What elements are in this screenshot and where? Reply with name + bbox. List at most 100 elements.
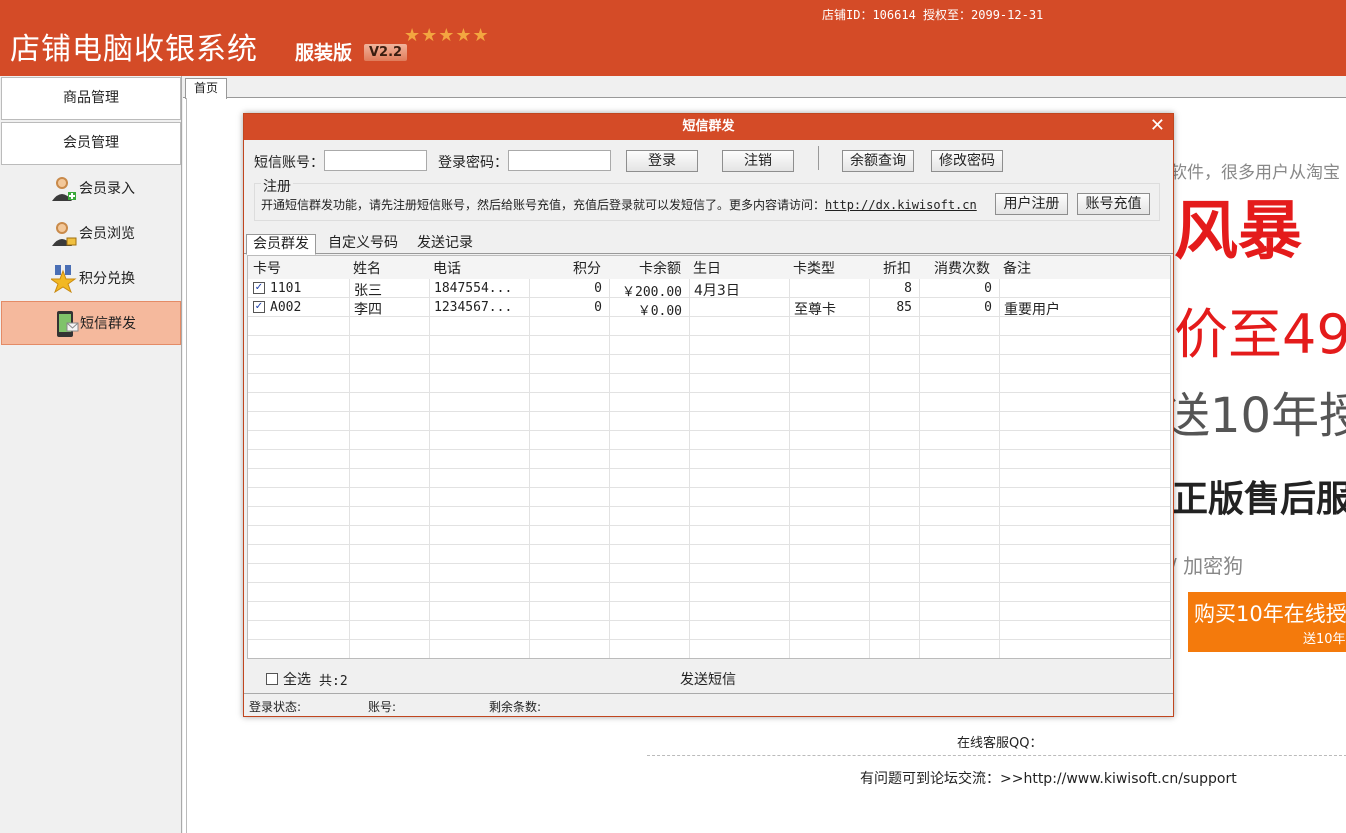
table-row[interactable]: ✓ A002 李四 1234567... 0 ￥0.00 至尊卡 85 0 重要… — [248, 298, 1170, 319]
sidebar-category-members[interactable]: 会员管理 — [1, 122, 181, 165]
sms-broadcast-dialog: 短信群发 ✕ 短信账号： 登录密码： 登录 注销 余额查询 修改密码 注册 开通… — [243, 113, 1174, 717]
empty-row — [248, 507, 1170, 526]
sidebar: 商品管理 会员管理 会员录入 会员浏览 积分兑换 短信群发 — [0, 76, 182, 833]
cell-name: 张三 — [354, 283, 382, 299]
status-bar: 登录状态: 账号: 剩余条数: — [244, 696, 1173, 716]
empty-row — [248, 469, 1170, 488]
cell-visits: 0 — [984, 281, 992, 296]
buy-license-banner[interactable]: 购买10年在线授 送10年 — [1188, 592, 1346, 652]
ad-headline: 风暴 — [1174, 195, 1302, 269]
password-input[interactable] — [508, 150, 611, 171]
empty-row — [248, 450, 1170, 469]
tab-home[interactable]: 首页 — [185, 78, 227, 99]
column-header[interactable]: 折扣 — [883, 258, 911, 278]
row-checkbox[interactable]: ✓ — [253, 301, 265, 313]
recharge-button[interactable]: 账号充值 — [1077, 193, 1150, 215]
password-label: 登录密码： — [438, 155, 508, 171]
sidebar-item-label: 会员录入 — [79, 181, 135, 197]
empty-row — [248, 545, 1170, 564]
dialog-titlebar: 短信群发 ✕ — [244, 114, 1173, 140]
cell-phone: 1847554... — [434, 281, 513, 296]
buy-license-title: 购买10年在线授 — [1194, 602, 1346, 626]
total-count: 共:2 — [319, 674, 348, 689]
column-header[interactable]: 姓名 — [353, 258, 381, 278]
cell-points: 0 — [594, 281, 602, 296]
edition-label: 服装版 — [295, 42, 353, 64]
shop-info: 店铺ID：106614 授权至：2099-12-31 — [822, 8, 1044, 22]
cell-birthday: 4月3日 — [694, 283, 740, 299]
cell-name: 李四 — [354, 302, 382, 318]
sidebar-item-label: 积分兑换 — [79, 271, 135, 287]
sms-phone-icon — [57, 311, 79, 337]
sidebar-item-label: 会员浏览 — [79, 226, 135, 242]
member-add-icon — [52, 177, 76, 201]
column-header[interactable]: 消费次数 — [934, 258, 990, 278]
close-icon[interactable]: ✕ — [1150, 114, 1165, 138]
dialog-title: 短信群发 — [682, 119, 735, 134]
empty-row — [248, 564, 1170, 583]
column-header[interactable]: 卡余额 — [639, 258, 681, 278]
logout-button[interactable]: 注销 — [722, 150, 794, 172]
table-row[interactable]: ✓ 1101 张三 1847554... 0 ￥200.00 4月3日 8 0 — [248, 279, 1170, 300]
cell-card-type: 至尊卡 — [794, 302, 836, 318]
sidebar-item-label: 短信群发 — [80, 316, 136, 332]
empty-row — [248, 526, 1170, 545]
sidebar-item-member-browse[interactable]: 会员浏览 — [1, 212, 181, 256]
tab-send-history[interactable]: 发送记录 — [411, 234, 479, 255]
empty-row — [248, 602, 1170, 621]
login-row: 短信账号： 登录密码： 登录 注销 余额查询 修改密码 — [244, 140, 1173, 180]
row-checkbox[interactable]: ✓ — [253, 282, 265, 294]
user-register-button[interactable]: 用户注册 — [995, 193, 1068, 215]
sidebar-item-sms-broadcast[interactable]: 短信群发 — [1, 301, 181, 345]
column-header[interactable]: 生日 — [693, 258, 721, 278]
column-header[interactable]: 卡号 — [253, 258, 281, 278]
online-service-qq: 在线客服QQ： — [957, 736, 1043, 751]
ad-license: 送10年授 — [1162, 388, 1346, 444]
select-all-checkbox[interactable] — [266, 673, 278, 685]
sidebar-item-member-add[interactable]: 会员录入 — [1, 167, 181, 211]
status-login: 登录状态: — [249, 700, 302, 714]
register-legend: 注册 — [261, 176, 293, 196]
empty-row — [248, 355, 1170, 374]
tab-custom-numbers[interactable]: 自定义号码 — [322, 234, 404, 255]
cell-points: 0 — [594, 300, 602, 315]
column-header[interactable]: 积分 — [573, 258, 601, 278]
login-button[interactable]: 登录 — [626, 150, 698, 172]
support-link[interactable]: 有问题可到论坛交流：>>http://www.kiwisoft.cn/suppo… — [860, 768, 1237, 788]
change-password-button[interactable]: 修改密码 — [931, 150, 1003, 172]
register-link[interactable]: http://dx.kiwisoft.cn — [825, 198, 977, 212]
ad-service: 正版售后服 — [1172, 479, 1346, 520]
app-title: 店铺电脑收银系统 — [10, 32, 258, 67]
status-account: 账号: — [368, 700, 397, 714]
member-table: 卡号 姓名 电话 积分 卡余额 生日 卡类型 折扣 消费次数 备注 ✓ 1101… — [247, 255, 1171, 659]
cell-note: 重要用户 — [1004, 302, 1060, 318]
register-group: 注册 开通短信群发功能，请先注册短信账号，然后给账号充值，充值后登录就可以发短信… — [254, 176, 1160, 221]
cell-phone: 1234567... — [434, 300, 513, 315]
member-browse-icon — [52, 222, 77, 246]
empty-row — [248, 412, 1170, 431]
empty-row — [248, 621, 1170, 640]
sms-account-input[interactable] — [324, 150, 427, 171]
status-remaining: 剩余条数: — [489, 700, 542, 714]
cell-card: 1101 — [270, 281, 302, 296]
column-header[interactable]: 卡类型 — [793, 258, 835, 278]
column-header[interactable]: 电话 — [433, 258, 461, 278]
select-all-label[interactable]: 全选 — [283, 669, 311, 689]
sidebar-item-points-exchange[interactable]: 积分兑换 — [1, 257, 181, 301]
separator — [818, 146, 819, 170]
table-header: 卡号 姓名 电话 积分 卡余额 生日 卡类型 折扣 消费次数 备注 — [248, 256, 1170, 279]
dialog-footer: 全选 共:2 发送短信 — [244, 662, 1173, 694]
divider — [647, 755, 1346, 756]
balance-query-button[interactable]: 余额查询 — [842, 150, 914, 172]
column-header[interactable]: 备注 — [1003, 258, 1031, 278]
points-star-icon — [51, 265, 77, 293]
tab-member-broadcast[interactable]: 会员群发 — [246, 234, 316, 255]
buy-license-subtitle: 送10年 — [1303, 632, 1346, 647]
version-badge: V2.2 — [364, 44, 408, 61]
sms-account-label: 短信账号： — [254, 155, 324, 171]
cell-discount: 85 — [896, 300, 912, 315]
send-sms-button[interactable]: 发送短信 — [680, 669, 736, 689]
sidebar-category-products[interactable]: 商品管理 — [1, 77, 181, 120]
empty-row — [248, 317, 1170, 336]
cell-discount: 8 — [904, 281, 912, 296]
